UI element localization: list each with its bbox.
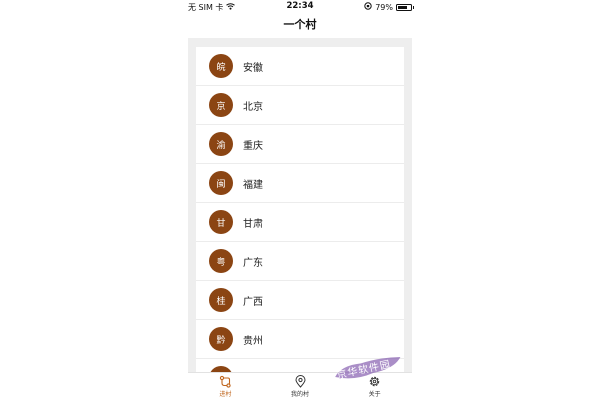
tab-label: 关于 bbox=[368, 391, 381, 398]
page-title: 一个村 bbox=[283, 18, 317, 31]
battery-fill bbox=[398, 5, 408, 9]
province-list-item[interactable]: 黔贵州 bbox=[196, 320, 404, 359]
tab-enter-village[interactable]: 进村 bbox=[188, 373, 263, 400]
tab-label: 我的村 bbox=[291, 391, 310, 398]
navigation-bar: 一个村 bbox=[188, 14, 412, 38]
province-abbr-badge: 皖 bbox=[209, 54, 233, 78]
province-name: 广西 bbox=[243, 296, 263, 308]
province-name: 安徽 bbox=[243, 62, 263, 74]
province-abbr-badge: 闽 bbox=[209, 171, 233, 195]
battery-percent: 79% bbox=[375, 2, 393, 12]
location-pin-icon bbox=[294, 375, 306, 388]
app-screen: 无 SIM 卡 22:34 79% 一个村 皖 安徽 京 北京 渝 重庆 闽 福… bbox=[0, 0, 600, 400]
province-name: 广东 bbox=[243, 257, 263, 269]
tab-my-village[interactable]: 我的村 bbox=[263, 373, 338, 400]
province-name: 贵州 bbox=[243, 335, 263, 347]
province-name: 福建 bbox=[243, 179, 263, 191]
province-list-item[interactable]: 京北京 bbox=[196, 86, 404, 125]
province-abbr-badge: 甘 bbox=[209, 210, 233, 234]
province-name: 重庆 bbox=[243, 140, 263, 152]
province-abbr-badge: 黔 bbox=[209, 327, 233, 351]
province-abbr-badge: 京 bbox=[209, 93, 233, 117]
province-list-item[interactable]: 渝重庆 bbox=[196, 125, 404, 164]
province-abbr-badge: 渝 bbox=[209, 132, 233, 156]
province-list-container[interactable]: 皖安徽京北京渝重庆闽福建甘甘肃粤广东桂广西黔贵州 bbox=[188, 38, 412, 372]
province-abbr-badge: 粤 bbox=[209, 249, 233, 273]
status-right: 79% bbox=[364, 2, 414, 12]
province-list-item[interactable]: 闽福建 bbox=[196, 164, 404, 203]
province-list-item[interactable]: 桂广西 bbox=[196, 281, 404, 320]
province-list: 皖安徽京北京渝重庆闽福建甘甘肃粤广东桂广西黔贵州 bbox=[196, 47, 404, 372]
province-list-item[interactable]: 粤广东 bbox=[196, 242, 404, 281]
tab-label: 进村 bbox=[219, 391, 232, 398]
route-icon bbox=[219, 375, 231, 388]
province-name: 北京 bbox=[243, 101, 263, 113]
status-bar: 无 SIM 卡 22:34 79% bbox=[188, 0, 414, 14]
province-name: 甘肃 bbox=[243, 218, 263, 230]
province-list-item[interactable]: 皖安徽 bbox=[196, 47, 404, 86]
province-list-item[interactable]: 甘甘肃 bbox=[196, 203, 404, 242]
orientation-lock-icon bbox=[364, 2, 372, 12]
province-abbr-badge: 桂 bbox=[209, 288, 233, 312]
battery-icon bbox=[396, 3, 414, 11]
